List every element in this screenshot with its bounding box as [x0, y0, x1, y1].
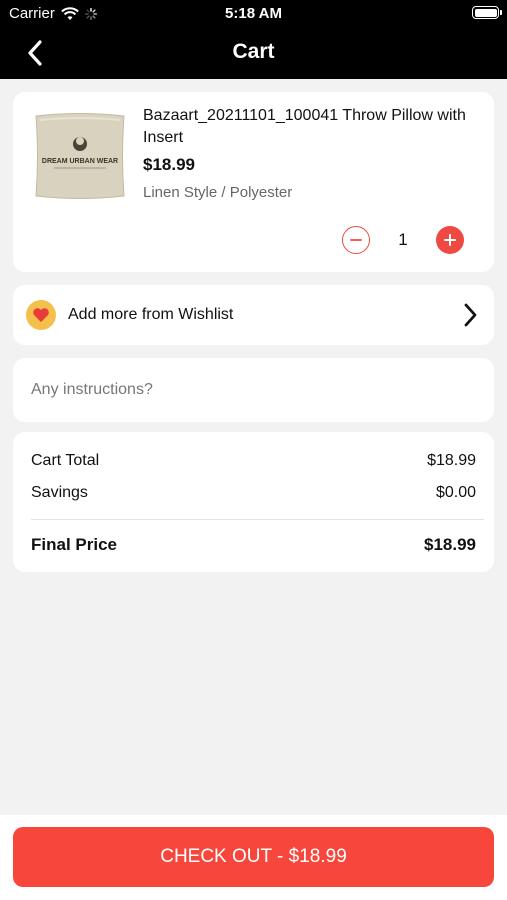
quantity-value: 1	[398, 230, 408, 249]
cart-total-label: Cart Total	[31, 452, 100, 469]
summary-divider	[31, 519, 484, 520]
checkout-button[interactable]: CHECK OUT - $18.99	[13, 827, 494, 887]
chevron-right-icon	[464, 303, 477, 327]
final-price-row: Final Price $18.99	[31, 535, 476, 555]
cart-item-card: DREAM URBAN WEAR Bazaart_20211101_100041…	[13, 92, 494, 272]
nav-bar: Cart	[0, 28, 507, 79]
savings-label: Savings	[31, 484, 88, 501]
instructions-card	[13, 358, 494, 422]
final-price-value: $18.99	[424, 535, 476, 554]
product-price: $18.99	[143, 155, 195, 174]
heart-icon	[26, 300, 56, 330]
savings-row: Savings $0.00	[31, 484, 476, 502]
minus-icon	[350, 239, 362, 241]
page-title: Cart	[232, 40, 275, 63]
status-time: 5:18 AM	[225, 5, 282, 22]
wishlist-row[interactable]: Add more from Wishlist	[13, 285, 494, 345]
product-thumbnail[interactable]: DREAM URBAN WEAR	[30, 108, 130, 204]
thumbnail-text: DREAM URBAN WEAR	[42, 158, 118, 165]
checkout-bar: CHECK OUT - $18.99	[0, 815, 507, 900]
cart-total-value: $18.99	[427, 452, 476, 469]
wishlist-label: Add more from Wishlist	[68, 306, 234, 323]
battery-icon	[472, 6, 502, 19]
product-name[interactable]: Bazaart_20211101_100041 Throw Pillow wit…	[143, 105, 473, 149]
product-variant: Linen Style / Polyester	[143, 184, 293, 201]
savings-value: $0.00	[435, 484, 476, 501]
final-price-label: Final Price	[31, 535, 117, 554]
plus-icon	[444, 234, 456, 246]
cart-total-row: Cart Total $18.99	[31, 452, 476, 470]
decrease-quantity-button[interactable]	[342, 226, 370, 254]
price-summary-card: Cart Total $18.99 Savings $0.00 Final Pr…	[13, 432, 494, 572]
increase-quantity-button[interactable]	[436, 226, 464, 254]
instructions-input[interactable]	[31, 376, 471, 404]
status-bar: Carrier 5:18 AM	[0, 0, 507, 28]
